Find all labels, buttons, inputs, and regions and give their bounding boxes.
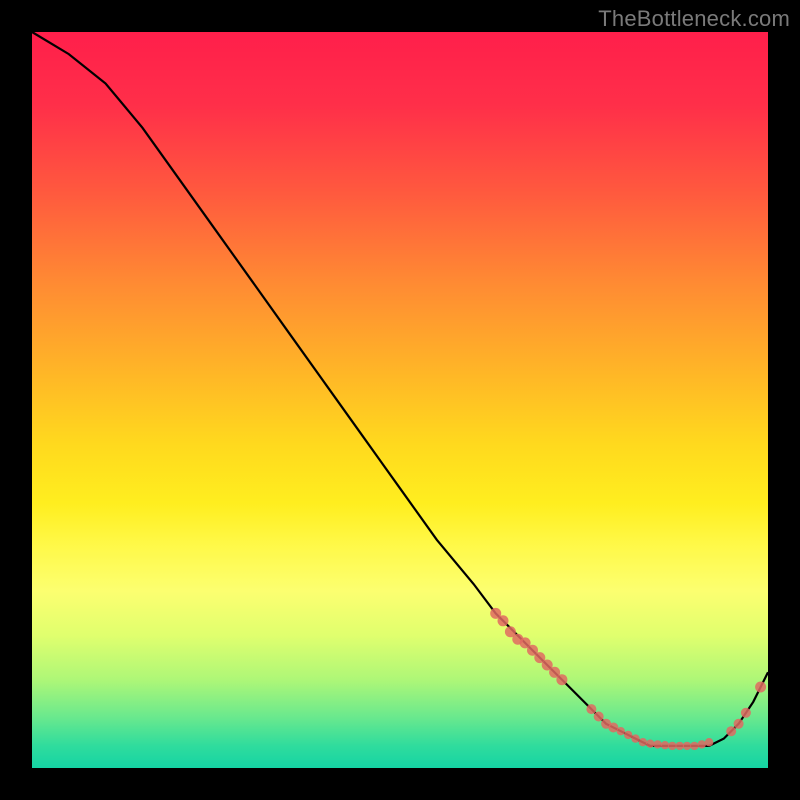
curve-markers [490, 608, 766, 750]
data-point [586, 704, 596, 714]
chart-svg [32, 32, 768, 768]
data-point [624, 731, 632, 739]
watermark-text: TheBottleneck.com [598, 6, 790, 32]
chart-frame: TheBottleneck.com [0, 0, 800, 800]
data-point [653, 740, 661, 748]
data-point [755, 682, 766, 693]
plot-area [32, 32, 768, 768]
data-point [734, 719, 744, 729]
data-point [726, 726, 736, 736]
data-point [498, 615, 509, 626]
data-point [639, 738, 647, 746]
data-point [705, 738, 713, 746]
data-point [698, 740, 706, 748]
data-point [668, 742, 676, 750]
data-point [741, 708, 751, 718]
data-point [683, 742, 691, 750]
data-point [661, 741, 669, 749]
data-point [556, 674, 567, 685]
data-point [646, 740, 654, 748]
data-point [617, 727, 625, 735]
curve-line [32, 32, 768, 746]
data-point [690, 742, 698, 750]
data-point [631, 734, 639, 742]
data-point [676, 742, 684, 750]
data-point [594, 712, 604, 722]
